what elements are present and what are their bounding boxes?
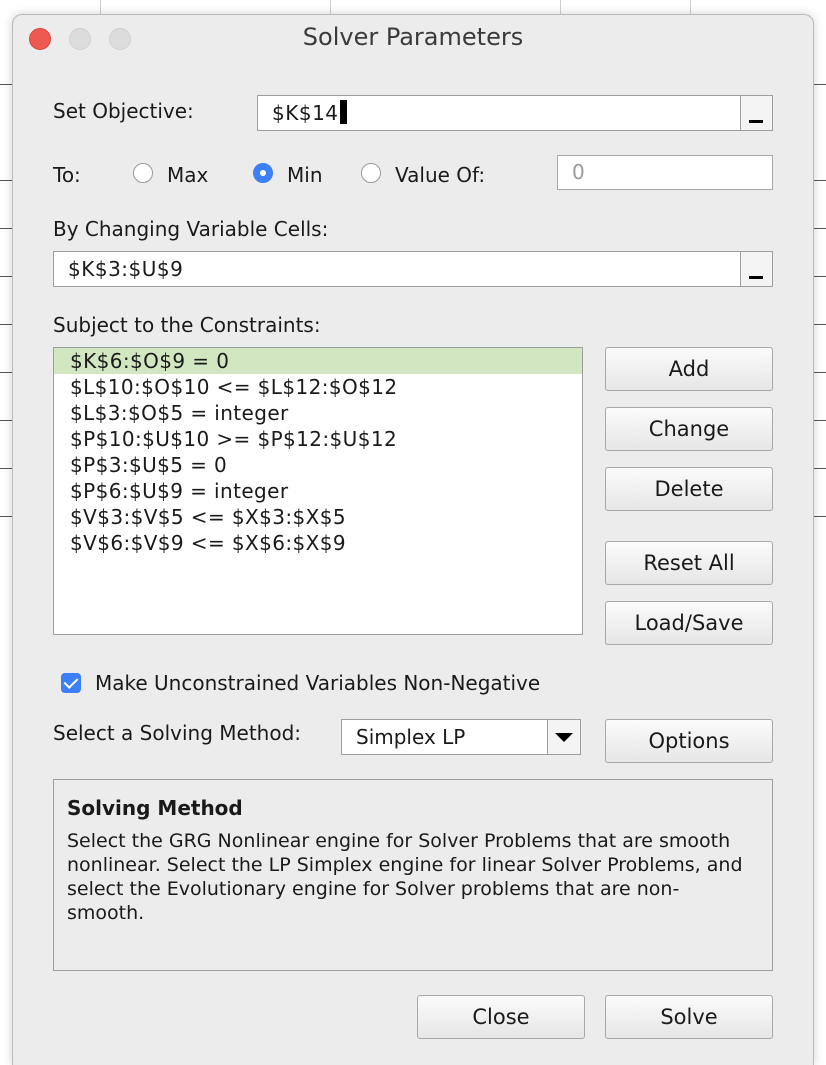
non-negative-checkbox[interactable] xyxy=(61,673,81,693)
grid-line xyxy=(0,420,12,421)
grid-line xyxy=(812,228,826,229)
solve-button[interactable]: Solve xyxy=(605,995,773,1039)
constraint-row[interactable]: $L$3:$O$5 = integer xyxy=(54,400,582,426)
grid-line xyxy=(0,180,12,181)
close-button[interactable]: Close xyxy=(417,995,585,1039)
options-button[interactable]: Options xyxy=(605,719,773,763)
set-objective-field[interactable]: $K$14 xyxy=(257,95,773,131)
constraint-row[interactable]: $V$3:$V$5 <= $X$3:$X$5 xyxy=(54,504,582,530)
constraint-row[interactable]: $P$6:$U$9 = integer xyxy=(54,478,582,504)
grid-line xyxy=(812,420,826,421)
constraints-list[interactable]: $K$6:$O$9 = 0 $L$10:$O$10 <= $L$12:$O$12… xyxy=(53,347,583,635)
solving-method-label: Select a Solving Method: xyxy=(53,721,302,745)
grid-line xyxy=(0,276,12,277)
constraint-row[interactable]: $L$10:$O$10 <= $L$12:$O$12 xyxy=(54,374,582,400)
text-cursor xyxy=(339,100,347,124)
constraint-row[interactable]: $V$6:$V$9 <= $X$6:$X$9 xyxy=(54,530,582,556)
non-negative-label: Make Unconstrained Variables Non-Negativ… xyxy=(95,671,541,695)
radio-min-label: Min xyxy=(287,163,323,187)
constraints-label: Subject to the Constraints: xyxy=(53,313,321,337)
solving-method-select[interactable]: Simplex LP xyxy=(341,719,581,755)
solving-method-value: Simplex LP xyxy=(356,725,466,749)
info-text: Select the GRG Nonlinear engine for Solv… xyxy=(67,830,743,924)
radio-value-of-label: Value Of: xyxy=(395,163,486,187)
changing-cells-value: $K$3:$U$9 xyxy=(68,257,184,281)
grid-line xyxy=(0,84,12,85)
title-bar: Solver Parameters xyxy=(13,15,813,61)
grid-line xyxy=(0,372,12,373)
solving-method-info: Solving Method Select the GRG Nonlinear … xyxy=(53,779,773,971)
grid-line xyxy=(812,180,826,181)
set-objective-value: $K$14 xyxy=(272,101,339,125)
grid-line xyxy=(812,468,826,469)
grid-line xyxy=(812,372,826,373)
grid-line xyxy=(812,324,826,325)
radio-max[interactable] xyxy=(133,163,153,183)
radio-min[interactable] xyxy=(253,163,273,183)
value-of-field[interactable]: 0 xyxy=(557,155,773,190)
load-save-button[interactable]: Load/Save xyxy=(605,601,773,645)
grid-line xyxy=(812,516,826,517)
add-button[interactable]: Add xyxy=(605,347,773,391)
grid-line xyxy=(0,324,12,325)
radio-value-of[interactable] xyxy=(361,163,381,183)
dropdown-arrow-icon[interactable] xyxy=(547,720,580,754)
solver-parameters-dialog: Solver Parameters Set Objective: $K$14 T… xyxy=(12,14,814,1065)
set-objective-label: Set Objective: xyxy=(53,99,194,123)
to-label: To: xyxy=(53,163,81,187)
set-objective-ref-button[interactable] xyxy=(740,96,772,130)
constraint-row[interactable]: $K$6:$O$9 = 0 xyxy=(54,348,582,374)
changing-cells-label: By Changing Variable Cells: xyxy=(53,217,329,241)
grid-line xyxy=(0,516,12,517)
grid-line xyxy=(812,84,826,85)
changing-cells-field[interactable]: $K$3:$U$9 xyxy=(53,251,773,287)
grid-line xyxy=(812,276,826,277)
grid-line xyxy=(0,228,12,229)
reset-all-button[interactable]: Reset All xyxy=(605,541,773,585)
collapse-icon xyxy=(749,120,763,123)
grid-line xyxy=(0,468,12,469)
dialog-title: Solver Parameters xyxy=(302,23,524,51)
radio-max-label: Max xyxy=(167,163,209,187)
delete-button[interactable]: Delete xyxy=(605,467,773,511)
info-title: Solving Method xyxy=(67,796,243,820)
change-button[interactable]: Change xyxy=(605,407,773,451)
constraint-row[interactable]: $P$3:$U$5 = 0 xyxy=(54,452,582,478)
collapse-icon xyxy=(749,276,763,279)
constraint-row[interactable]: $P$10:$U$10 >= $P$12:$U$12 xyxy=(54,426,582,452)
changing-cells-ref-button[interactable] xyxy=(740,252,772,286)
